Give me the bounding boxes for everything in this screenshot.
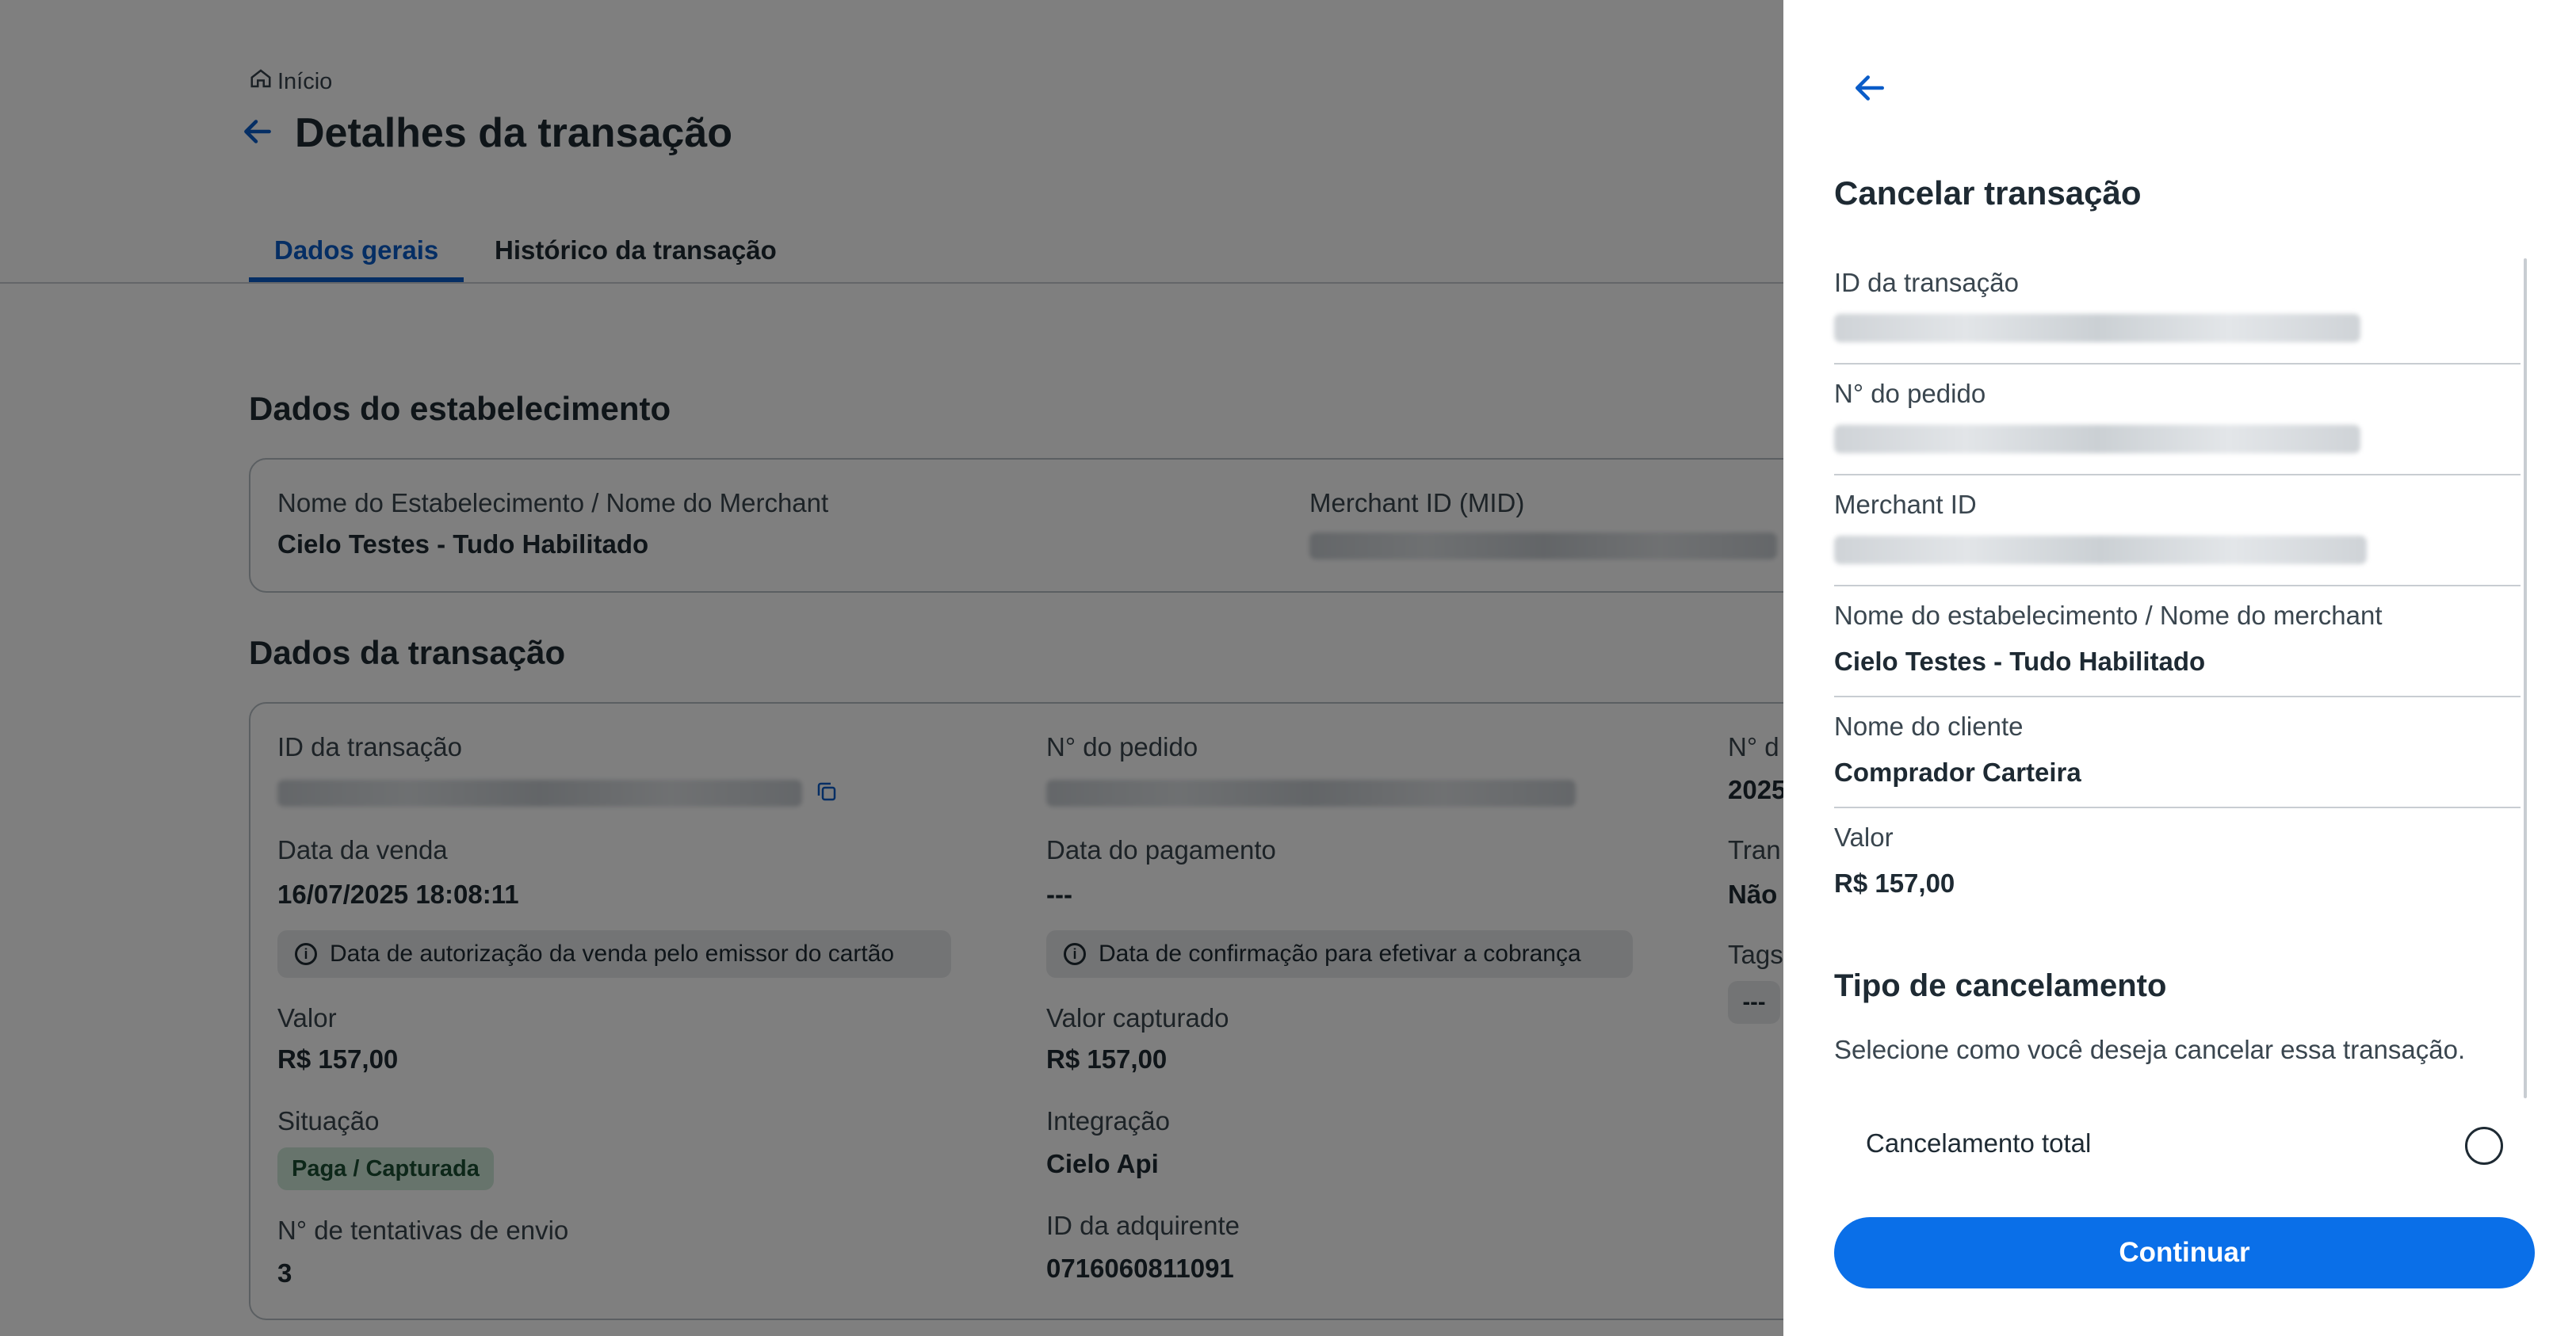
- panel-row-value: Valor R$ 157,00: [1834, 808, 2521, 919]
- panel-scrollbar[interactable]: [2524, 258, 2527, 1098]
- cancel-total-label: Cancelamento total: [1866, 1128, 2092, 1158]
- panel-row-establishment-name: Nome do estabelecimento / Nome do mercha…: [1834, 586, 2521, 697]
- cancel-type-title: Tipo de cancelamento: [1834, 968, 2167, 1003]
- panel-row-value: Comprador Carteira: [1834, 758, 2081, 787]
- panel-row-label: Merchant ID: [1834, 490, 1977, 519]
- modal-backdrop[interactable]: [0, 0, 1783, 1336]
- cancel-type-description: Selecione como você deseja cancelar essa…: [1834, 1035, 2466, 1064]
- panel-row-merchant-id: Merchant ID: [1834, 475, 2521, 586]
- panel-row-transaction-id: ID da transação: [1834, 254, 2521, 365]
- panel-row-label: N° do pedido: [1834, 379, 1986, 408]
- panel-row-order-number: N° do pedido: [1834, 365, 2521, 475]
- panel-transaction-id-redacted: [1834, 314, 2360, 342]
- panel-row-value: Cielo Testes - Tudo Habilitado: [1834, 647, 2206, 676]
- panel-row-label: Nome do cliente: [1834, 712, 2024, 741]
- panel-order-number-redacted: [1834, 425, 2360, 453]
- panel-row-label: ID da transação: [1834, 268, 2019, 297]
- cancel-total-radio[interactable]: [2465, 1127, 2503, 1165]
- panel-row-client-name: Nome do cliente Comprador Carteira: [1834, 697, 2521, 808]
- panel-row-label: Nome do estabelecimento / Nome do mercha…: [1834, 601, 2383, 630]
- cancel-transaction-panel: Cancelar transação ID da transação N° do…: [1783, 0, 2576, 1336]
- continue-button[interactable]: Continuar: [1834, 1217, 2535, 1288]
- cancel-total-option[interactable]: Cancelamento total: [1834, 1109, 2532, 1181]
- panel-merchant-id-redacted: [1834, 536, 2367, 564]
- panel-row-value-text: R$ 157,00: [1834, 868, 1955, 898]
- panel-title: Cancelar transação: [1834, 174, 2142, 212]
- back-arrow-icon[interactable]: [1848, 67, 1891, 109]
- panel-row-label: Valor: [1834, 823, 1894, 852]
